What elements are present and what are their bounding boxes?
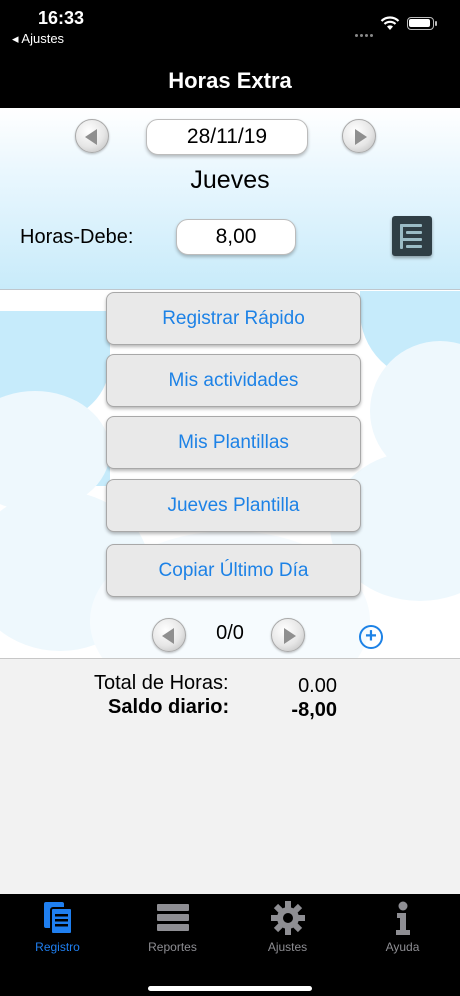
mis-actividades-button[interactable]: Mis actividades bbox=[106, 354, 361, 407]
weekday-label: Jueves bbox=[190, 166, 270, 194]
home-indicator[interactable] bbox=[148, 986, 312, 991]
activity-pager: 0/0 bbox=[216, 622, 244, 644]
mis-plantillas-button[interactable]: Mis Plantillas bbox=[106, 416, 361, 469]
total-horas-value: 0.00 bbox=[298, 675, 337, 697]
next-activity-button[interactable] bbox=[271, 618, 305, 652]
jueves-plantilla-button[interactable]: Jueves Plantilla bbox=[106, 479, 361, 532]
total-horas-label: Total de Horas: bbox=[94, 672, 229, 694]
tab-registro-label: Registro bbox=[35, 940, 80, 954]
info-icon bbox=[395, 901, 410, 935]
saldo-diario-label: Saldo diario: bbox=[108, 696, 230, 718]
back-to-settings-link[interactable]: ◂ Ajustes bbox=[12, 31, 64, 47]
calculator-icon[interactable] bbox=[392, 216, 432, 256]
nav-bar: Horas Extra bbox=[0, 56, 460, 108]
copiar-ultimo-dia-button[interactable]: Copiar Último Día bbox=[106, 544, 361, 597]
next-day-button[interactable] bbox=[342, 119, 376, 153]
date-field[interactable]: 28/11/19 bbox=[146, 119, 308, 155]
battery-icon bbox=[407, 17, 437, 30]
tab-reportes-label: Reportes bbox=[148, 940, 197, 954]
tab-bar: Registro Reportes Ajustes Ayuda bbox=[0, 894, 460, 996]
previous-day-button[interactable] bbox=[75, 119, 109, 153]
wifi-icon bbox=[380, 16, 400, 30]
tab-ajustes[interactable]: Ajustes bbox=[230, 900, 345, 954]
list-icon bbox=[156, 904, 189, 931]
hours-debe-field[interactable]: 8,00 bbox=[176, 219, 296, 255]
sky-background bbox=[0, 291, 460, 711]
tab-registro[interactable]: Registro bbox=[0, 900, 115, 954]
saldo-diario-value: -8,00 bbox=[291, 699, 337, 721]
main-content: 28/11/19 Jueves Horas-Debe: 8,00 Registr… bbox=[0, 108, 460, 894]
document-icon bbox=[43, 902, 73, 935]
tab-ayuda-label: Ayuda bbox=[385, 940, 420, 954]
date-panel: 28/11/19 Jueves Horas-Debe: 8,00 bbox=[0, 108, 460, 290]
signal-icon bbox=[355, 24, 375, 37]
previous-activity-button[interactable] bbox=[152, 618, 186, 652]
tab-reportes[interactable]: Reportes bbox=[115, 900, 230, 954]
registrar-rapido-button[interactable]: Registrar Rápido bbox=[106, 292, 361, 345]
totals-panel: Total de Horas: 0.00 Saldo diario: -8,00 bbox=[0, 658, 460, 894]
gear-icon bbox=[270, 901, 305, 935]
tab-ayuda[interactable]: Ayuda bbox=[345, 900, 460, 954]
add-activity-button[interactable]: + bbox=[359, 625, 383, 649]
status-bar: 16:33 ◂ Ajustes bbox=[0, 0, 460, 56]
status-time: 16:33 bbox=[38, 8, 85, 28]
hours-debe-label: Horas-Debe: bbox=[20, 226, 134, 248]
tab-ajustes-label: Ajustes bbox=[267, 940, 308, 954]
page-title: Horas Extra bbox=[168, 68, 292, 93]
